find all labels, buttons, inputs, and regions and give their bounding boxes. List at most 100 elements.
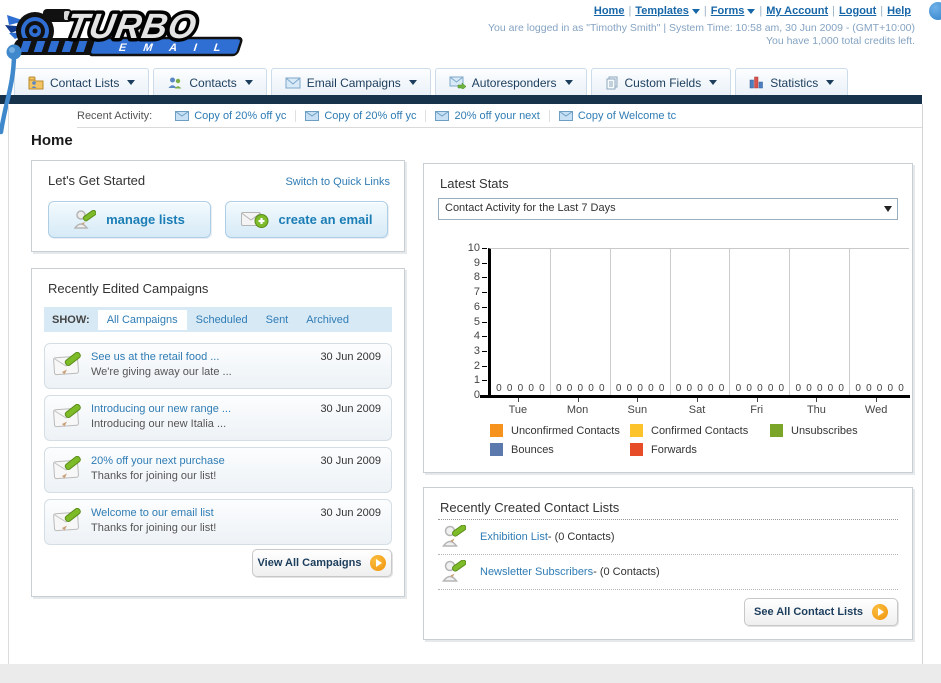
- nav-tab-email-campaigns[interactable]: Email Campaigns: [270, 68, 431, 96]
- header-link-templates[interactable]: Templates: [635, 5, 700, 17]
- header-link-home[interactable]: Home: [594, 5, 625, 17]
- chevron-down-icon: [408, 80, 417, 85]
- campaign-title-link[interactable]: Introducing our new range ...: [91, 403, 231, 415]
- header-link-my-account[interactable]: My Account: [766, 5, 828, 17]
- recent-activity-link[interactable]: Copy of 20% off yc: [324, 110, 416, 122]
- campaign-row[interactable]: 20% off your next purchase Thanks for jo…: [44, 447, 392, 493]
- x-tick-label: Sat: [688, 404, 706, 416]
- latest-stats-panel: Latest Stats Contact Activity for the La…: [423, 163, 913, 473]
- campaign-date: 30 Jun 2009: [320, 403, 381, 415]
- contact-list-link[interactable]: Newsletter Subscribers: [480, 566, 593, 578]
- chevron-down-icon: [564, 80, 573, 85]
- chart-plot-area: 00000000000000000000000000000000000: [488, 248, 909, 396]
- nav-tab-contact-lists[interactable]: Contact Lists: [14, 68, 150, 96]
- nav-tab-custom-fields[interactable]: Custom Fields: [590, 68, 732, 96]
- separator: |: [832, 5, 836, 17]
- campaign-row[interactable]: See us at the retail food ... We're givi…: [44, 343, 392, 389]
- chevron-down-icon: [709, 80, 718, 85]
- legend-label: Unsubscribes: [791, 424, 858, 437]
- y-tick-label: 7: [473, 286, 480, 299]
- contact-list-link[interactable]: Exhibition List: [480, 531, 548, 543]
- stats-period-select[interactable]: Contact Activity for the Last 7 Days: [438, 198, 898, 220]
- campaign-title-link[interactable]: Welcome to our email list: [91, 507, 214, 519]
- recent-activity-label: Recent Activity:: [77, 109, 153, 122]
- contact-list-item[interactable]: Exhibition List - (0 Contacts): [438, 520, 898, 555]
- campaign-row[interactable]: Introducing our new range ... Introducin…: [44, 395, 392, 441]
- separator: |: [880, 5, 884, 17]
- recent-activity-link[interactable]: 20% off your next: [454, 110, 539, 122]
- legend-swatch: [490, 424, 503, 437]
- y-tick-mark: [482, 277, 487, 279]
- nav-tab-autoresponders[interactable]: Autoresponders: [434, 68, 587, 96]
- create-email-button[interactable]: create an email: [225, 201, 388, 238]
- page-title: Home: [31, 132, 73, 149]
- y-tick-mark: [482, 321, 487, 323]
- view-all-campaigns-button[interactable]: View All Campaigns: [252, 549, 392, 577]
- manage-lists-label: manage lists: [106, 212, 185, 227]
- nav-tab-label: Statistics: [770, 75, 819, 90]
- bar-chart-icon: [749, 76, 763, 89]
- manage-lists-button[interactable]: manage lists: [48, 201, 211, 238]
- chevron-down-icon: [127, 80, 136, 85]
- campaign-row[interactable]: Welcome to our email list Thanks for joi…: [44, 499, 392, 545]
- envelope-icon: [558, 110, 573, 121]
- bar-value-label: 0: [697, 383, 703, 394]
- separator: |: [703, 5, 707, 17]
- x-tick-label: Mon: [566, 404, 589, 416]
- bar-value-label: 0: [887, 383, 894, 394]
- legend-item: Bounces: [490, 443, 630, 456]
- latest-stats-title: Latest Stats: [440, 176, 509, 191]
- chart-legend: Unconfirmed Contacts Confirmed Contacts Un…: [490, 424, 910, 462]
- x-tick-label: Fri: [750, 404, 764, 416]
- recent-activity-link[interactable]: Copy of Welcome tc: [578, 110, 676, 122]
- legend-item: Forwards: [630, 443, 770, 456]
- contact-lists-panel-title: Recently Created Contact Lists: [440, 500, 620, 515]
- recent-activity-item: 20% off your next: [425, 109, 548, 122]
- campaign-title-link[interactable]: See us at the retail food ...: [91, 351, 219, 363]
- switch-to-quick-links[interactable]: Switch to Quick Links: [285, 176, 390, 188]
- recent-activity-item: Copy of 20% off yc: [166, 110, 295, 122]
- bar-value-label: 0: [658, 383, 665, 394]
- bar-value-label: 0: [528, 383, 534, 394]
- contact-list-item[interactable]: Newsletter Subscribers - (0 Contacts): [438, 555, 898, 590]
- x-tick-mark: [816, 398, 818, 402]
- x-tick-mark: [756, 398, 758, 402]
- header-link-logout[interactable]: Logout: [839, 5, 876, 17]
- y-tick-mark: [482, 365, 487, 367]
- contact-activity-chart: 00000000000000000000000000000000000 0123…: [424, 234, 912, 449]
- people-icon: [168, 77, 182, 88]
- legend-item: Unsubscribes: [770, 424, 910, 437]
- bar-value-label: 0: [598, 383, 605, 394]
- envelope-pencil-icon: [53, 404, 81, 428]
- see-all-contact-lists-label: See All Contact Lists: [753, 606, 863, 618]
- filter-tab-all-campaigns[interactable]: All Campaigns: [97, 309, 187, 330]
- contact-list-count: - (0 Contacts): [547, 531, 615, 543]
- y-tick-label: 6: [473, 300, 480, 313]
- bar-value-label: 0: [637, 383, 643, 394]
- filter-tab-sent[interactable]: Sent: [266, 314, 289, 326]
- y-tick-mark: [482, 395, 487, 396]
- campaign-title-link[interactable]: 20% off your next purchase: [91, 455, 225, 467]
- x-tick-label: Thu: [806, 404, 826, 416]
- filter-tab-scheduled[interactable]: Scheduled: [196, 314, 248, 326]
- person-pencil-icon: [74, 209, 97, 229]
- bar-value-label: 0: [577, 383, 584, 394]
- see-all-contact-lists-button[interactable]: See All Contact Lists: [744, 598, 898, 626]
- nav-tab-contacts[interactable]: Contacts: [153, 68, 267, 96]
- separator: |: [759, 5, 763, 17]
- navy-divider-bar: [0, 95, 922, 104]
- recent-activity-link[interactable]: Copy of 20% off yc: [194, 110, 286, 122]
- login-status-text: You are logged in as "Timothy Smith" | S…: [488, 22, 915, 34]
- y-tick-mark: [482, 262, 487, 264]
- filter-tab-archived[interactable]: Archived: [306, 314, 349, 326]
- bar-value-label: 0: [746, 383, 752, 394]
- divider: [77, 127, 922, 128]
- nav-tab-statistics[interactable]: Statistics: [735, 68, 849, 96]
- envelope-icon: [305, 110, 320, 121]
- header-link-help[interactable]: Help: [887, 5, 911, 17]
- envelope-icon: [285, 77, 301, 88]
- y-tick-mark: [482, 306, 487, 308]
- header-link-forms[interactable]: Forms: [711, 5, 756, 17]
- y-tick-label: 4: [473, 330, 480, 343]
- bar-value-label: 0: [816, 383, 823, 394]
